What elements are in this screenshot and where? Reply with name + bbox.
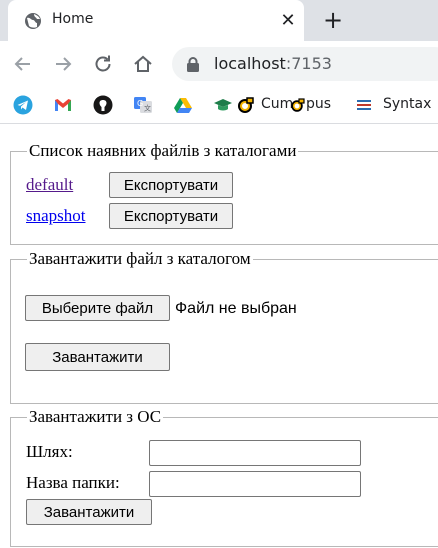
home-icon[interactable] [132,53,154,75]
address-url: localhost:7153 [214,54,332,73]
upload-file-legend: Завантажити файл з каталогом [29,249,251,268]
close-tab-icon[interactable]: ✕ [278,10,298,31]
forward-arrow-icon[interactable] [52,53,74,75]
bookmarks-bar: G 文 Cum pus Syntax [0,87,438,124]
globe-icon [25,13,41,29]
back-arrow-icon[interactable] [12,53,34,75]
url-host: localhost [214,54,286,73]
export-button-snapshot[interactable]: Експортувати [109,203,233,229]
bookmark-campus-label-part1[interactable]: Cum [261,96,293,112]
menu-lines-icon[interactable] [354,95,374,115]
folder-name-label: Назва папки: [26,473,120,492]
browser-tab[interactable]: Home ✕ [8,0,304,41]
tab-strip: Home ✕ + [0,0,438,41]
bookmark-campus-label-part2[interactable]: pus [306,96,331,112]
tab-title: Home [52,11,94,27]
graduation-cap-icon[interactable] [213,95,233,115]
bookmark-syntax-label[interactable]: Syntax [383,96,431,112]
path-label: Шлях: [26,442,73,461]
address-bar[interactable]: localhost:7153 [172,47,438,81]
path-input[interactable] [149,440,361,466]
github-icon[interactable] [93,95,113,115]
svg-text:G: G [137,99,143,108]
campus-icon[interactable] [236,95,256,115]
export-button-default[interactable]: Експортувати [109,172,233,198]
catalog-link-snapshot[interactable]: snapshot [26,206,86,226]
catalog-link-default[interactable]: default [26,175,73,195]
google-translate-icon[interactable]: G 文 [133,95,153,115]
lock-icon[interactable] [186,57,200,72]
google-drive-icon[interactable] [173,95,193,115]
browser-toolbar: localhost:7153 [0,41,438,87]
file-status-text: Файл не выбран [175,300,297,317]
folder-name-input[interactable] [149,471,361,497]
url-port: :7153 [285,54,332,73]
gmail-icon[interactable] [53,95,73,115]
svg-text:文: 文 [144,104,151,113]
upload-file-submit-button[interactable]: Завантажити [25,343,170,371]
campus-icon [291,98,305,112]
reload-icon[interactable] [92,53,114,75]
choose-file-button[interactable]: Выберите файл [25,295,170,321]
upload-os-submit-button[interactable]: Завантажити [26,499,152,525]
page-content: Список наявних файлів з каталогами defau… [0,124,438,548]
telegram-icon[interactable] [13,95,33,115]
catalog-list-legend: Список наявних файлів з каталогами [29,141,297,160]
upload-os-legend: Завантажити з ОС [29,407,162,426]
upload-file-fieldset: Завантажити файл з каталогом [10,250,438,404]
new-tab-icon[interactable]: + [320,6,346,34]
